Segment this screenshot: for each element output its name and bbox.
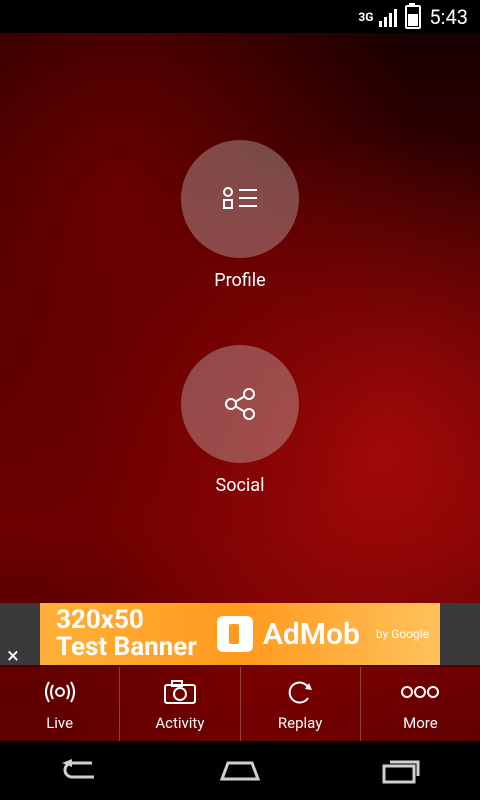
- recent-apps-icon: [382, 760, 420, 783]
- recent-apps-button[interactable]: [365, 751, 435, 791]
- more-icon: [400, 678, 440, 706]
- tab-more[interactable]: More: [359, 667, 480, 743]
- ad-content[interactable]: 320x50 Test Banner AdMob by Google: [40, 603, 440, 665]
- ad-line1: 320x50: [56, 604, 144, 635]
- social-label: Social: [215, 475, 265, 496]
- social-menu-item[interactable]: Social: [0, 345, 480, 496]
- tab-live-label: Live: [46, 714, 74, 732]
- tab-more-label: More: [403, 714, 438, 732]
- share-icon: [225, 388, 255, 420]
- admob-logo-icon: [216, 616, 253, 652]
- battery-icon: [405, 2, 422, 29]
- tab-activity-label: Activity: [155, 714, 205, 732]
- tab-replay-label: Replay: [277, 714, 323, 732]
- admob-by: by Google: [375, 627, 430, 641]
- live-broadcast-icon: [43, 678, 77, 706]
- navigation-bar: [0, 741, 480, 800]
- home-button[interactable]: [205, 751, 275, 791]
- ad-text: 320x50 Test Banner: [40, 604, 197, 662]
- clock: 5:43: [429, 4, 468, 29]
- tab-activity[interactable]: Activity: [119, 667, 239, 743]
- profile-menu-item[interactable]: Profile: [0, 140, 480, 291]
- signal-icon: [379, 7, 398, 27]
- admob-brand: AdMob: [262, 616, 360, 652]
- tab-replay[interactable]: Replay: [239, 667, 360, 743]
- admob-logo: AdMob by Google: [216, 616, 430, 652]
- ad-banner[interactable]: × 320x50 Test Banner AdMob by Google: [0, 603, 480, 669]
- status-bar: 3G 5:43: [0, 0, 480, 33]
- network-label: 3G: [358, 9, 374, 24]
- tab-live[interactable]: Live: [0, 667, 119, 743]
- home-icon: [219, 761, 261, 780]
- back-button[interactable]: [45, 751, 115, 791]
- bottom-tab-bar: Live Activity Replay More: [0, 665, 480, 743]
- profile-list-icon: [223, 187, 257, 209]
- social-button[interactable]: [181, 345, 299, 463]
- profile-label: Profile: [214, 270, 266, 291]
- ad-line2: Test Banner: [56, 632, 197, 662]
- replay-icon: [285, 678, 315, 706]
- back-icon: [62, 758, 94, 778]
- camera-icon: [162, 678, 198, 706]
- profile-button[interactable]: [181, 140, 299, 258]
